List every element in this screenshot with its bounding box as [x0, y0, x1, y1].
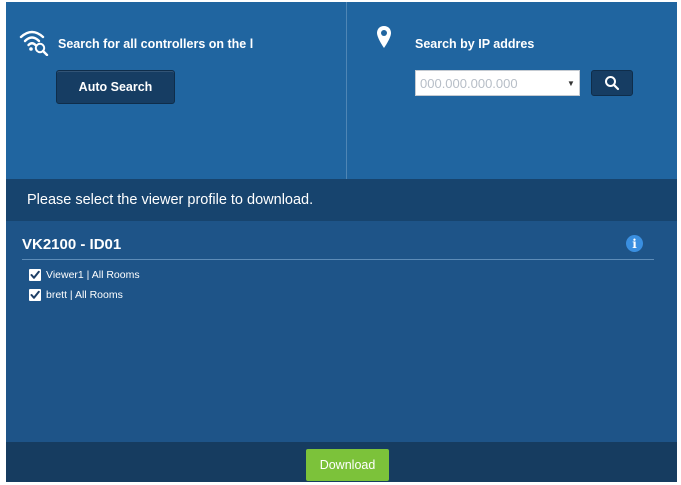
search-header: Search for all controllers on the l Auto… [6, 2, 677, 179]
app-window: Search for all controllers on the l Auto… [6, 2, 677, 482]
profile-list-panel: VK2100 - ID01 i Viewer1 | All Rooms bret… [6, 221, 677, 442]
select-profile-prompt: Please select the viewer profile to down… [6, 179, 677, 221]
ip-address-placeholder: 000.000.000.000 [420, 75, 518, 91]
checkmark-icon [30, 290, 40, 299]
search-icon [605, 76, 620, 91]
profile-checkbox[interactable] [29, 289, 41, 301]
profile-checkbox[interactable] [29, 269, 41, 281]
ip-search-panel: Search by IP addres 000.000.000.000 ▼ [347, 2, 677, 179]
ip-address-select[interactable]: 000.000.000.000 ▼ [415, 70, 580, 96]
auto-search-panel: Search for all controllers on the l Auto… [6, 2, 346, 179]
footer-bar: Download [6, 442, 677, 482]
ip-search-button[interactable] [591, 70, 633, 96]
wifi-search-icon [19, 30, 49, 56]
profile-item[interactable]: Viewer1 | All Rooms [29, 268, 140, 282]
checkmark-icon [30, 270, 40, 279]
auto-search-button[interactable]: Auto Search [56, 70, 175, 104]
dropdown-caret-icon[interactable]: ▼ [563, 71, 579, 95]
profile-label: Viewer1 | All Rooms [46, 269, 140, 281]
info-icon[interactable]: i [626, 235, 643, 252]
download-button[interactable]: Download [306, 449, 389, 481]
auto-search-title: Search for all controllers on the l [58, 37, 254, 51]
device-title: VK2100 - ID01 [22, 236, 122, 253]
location-pin-icon [377, 26, 391, 48]
divider [22, 259, 654, 260]
profile-label: brett | All Rooms [46, 289, 123, 301]
profile-item[interactable]: brett | All Rooms [29, 288, 123, 302]
ip-search-title: Search by IP addres [415, 37, 535, 51]
